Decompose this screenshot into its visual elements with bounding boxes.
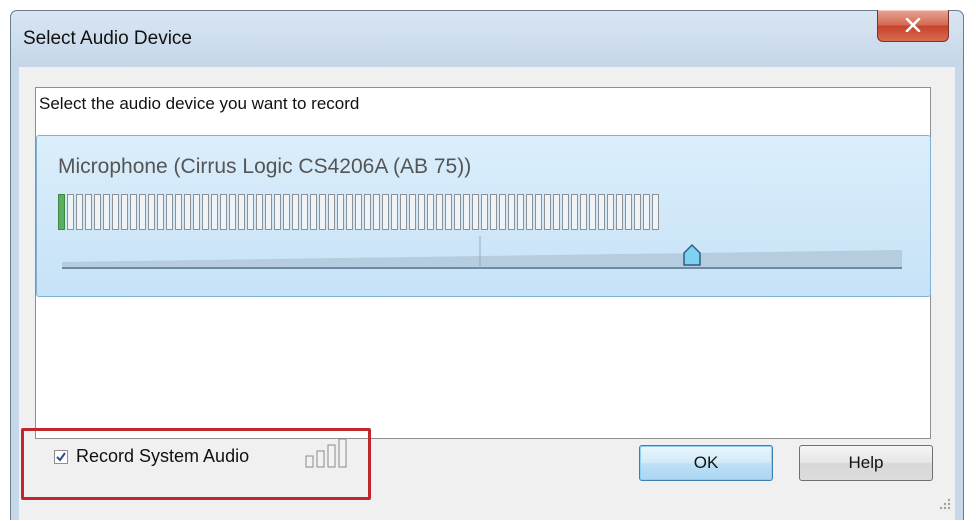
meter-segment [616,194,623,230]
meter-segment [508,194,515,230]
volume-slider[interactable] [62,236,902,278]
meter-segment [274,194,281,230]
meter-segment [337,194,344,230]
meter-segment [58,194,65,230]
meter-segment [598,194,605,230]
meter-segment [76,194,83,230]
meter-segment [301,194,308,230]
meter-segment [427,194,434,230]
meter-segment [112,194,119,230]
meter-segment [382,194,389,230]
meter-segment [535,194,542,230]
meter-segment [625,194,632,230]
title-bar[interactable]: Select Audio Device [11,10,963,67]
device-item-microphone[interactable]: Microphone (Cirrus Logic CS4206A (AB 75)… [36,135,931,297]
meter-segment [454,194,461,230]
volume-slider-track-fill [62,250,902,268]
meter-segment [256,194,263,230]
meter-segment [643,194,650,230]
meter-segment [292,194,299,230]
meter-segment [184,194,191,230]
meter-segment [373,194,380,230]
volume-slider-thumb[interactable] [683,243,701,266]
meter-segment [175,194,182,230]
meter-segment [445,194,452,230]
meter-segment [139,194,146,230]
meter-segment [220,194,227,230]
meter-segment [310,194,317,230]
meter-segment [211,194,218,230]
meter-segment [355,194,362,230]
meter-segment [121,194,128,230]
meter-segment [103,194,110,230]
meter-segment [652,194,659,230]
meter-segment [409,194,416,230]
device-name: Microphone (Cirrus Logic CS4206A (AB 75)… [58,155,472,178]
meter-segment [229,194,236,230]
meter-segment [490,194,497,230]
ok-button[interactable]: OK [639,445,773,481]
meter-segment [238,194,245,230]
meter-segment [364,194,371,230]
meter-segment [526,194,533,230]
close-icon [905,18,921,32]
meter-segment [193,194,200,230]
help-button[interactable]: Help [799,445,933,481]
meter-segment [571,194,578,230]
meter-segment [436,194,443,230]
meter-segment [634,194,641,230]
meter-segment [481,194,488,230]
meter-segment [202,194,209,230]
meter-segment [589,194,596,230]
meter-segment [166,194,173,230]
meter-segment [328,194,335,230]
meter-segment [67,194,74,230]
resize-grip-icon[interactable] [937,496,951,510]
meter-segment [517,194,524,230]
meter-segment [553,194,560,230]
close-button[interactable] [877,10,949,42]
meter-segment [472,194,479,230]
meter-segment [346,194,353,230]
meter-segment [562,194,569,230]
meter-segment [544,194,551,230]
meter-segment [247,194,254,230]
meter-segment [580,194,587,230]
meter-segment [265,194,272,230]
meter-segment [391,194,398,230]
dialog-title: Select Audio Device [23,28,192,49]
meter-segment [607,194,614,230]
meter-segment [283,194,290,230]
audio-level-meter [58,194,918,231]
meter-segment [157,194,164,230]
meter-segment [85,194,92,230]
meter-segment [319,194,326,230]
meter-segment [148,194,155,230]
meter-segment [463,194,470,230]
meter-segment [418,194,425,230]
highlight-annotation [21,428,371,500]
meter-segment [94,194,101,230]
meter-segment [130,194,137,230]
instruction-text: Select the audio device you want to reco… [39,94,360,113]
meter-segment [499,194,506,230]
meter-segment [400,194,407,230]
